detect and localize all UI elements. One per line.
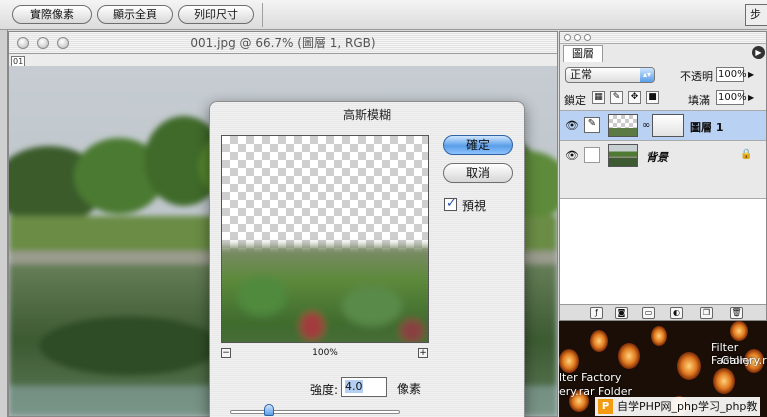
- layer-row-layer1[interactable]: 👁 ✎ ∞ 圖層 1: [560, 110, 766, 140]
- adjustment-layer-icon[interactable]: ◐: [670, 307, 683, 319]
- chain-link-icon[interactable]: ∞: [642, 120, 650, 131]
- layer-mask-thumbnail[interactable]: [652, 114, 684, 137]
- layer-style-icon[interactable]: ƒ: [590, 307, 603, 319]
- zoom-in-button[interactable]: +: [418, 348, 428, 358]
- fill-arrow-icon[interactable]: ▶: [748, 93, 754, 102]
- preview-image: [222, 246, 428, 342]
- close-icon[interactable]: [17, 37, 29, 49]
- layer-thumbnail: [608, 114, 638, 137]
- blur-preview-pane[interactable]: [221, 135, 429, 343]
- fill-label: 填滿: [688, 94, 710, 107]
- lock-label: 鎖定: [564, 94, 586, 107]
- cancel-button[interactable]: 取消: [443, 163, 513, 183]
- php-logo-icon: P: [598, 399, 613, 414]
- options-toolbar: 實際像素 顯示全頁 列印尺寸 步: [0, 0, 767, 30]
- watermark: P 自学PHP网_php学习_php教: [595, 397, 761, 416]
- fill-input[interactable]: 100%: [716, 90, 747, 105]
- fit-on-screen-button[interactable]: 顯示全頁: [97, 5, 173, 24]
- brush-icon: ✎: [584, 117, 600, 133]
- blend-mode-select[interactable]: 正常 ▴▾: [565, 67, 655, 83]
- opacity-input[interactable]: 100%: [716, 67, 747, 82]
- strength-unit: 像素: [397, 382, 422, 396]
- strength-label: 強度:: [310, 383, 339, 397]
- strength-input[interactable]: 4.0: [341, 377, 387, 397]
- layers-list-empty: [560, 198, 766, 304]
- palette-well-button[interactable]: 步: [745, 4, 767, 26]
- palette-minimize-icon[interactable]: [574, 34, 581, 41]
- updown-arrow-icon: ▴▾: [640, 68, 654, 82]
- tab-layers[interactable]: 圖層: [563, 45, 603, 62]
- palette-menu-icon[interactable]: ▶: [752, 46, 765, 59]
- print-size-button[interactable]: 列印尺寸: [178, 5, 254, 24]
- toolbar-divider: [262, 3, 263, 27]
- tools-palette-edge: [0, 30, 8, 417]
- strength-slider-track[interactable]: [230, 410, 400, 414]
- layers-bottom-bar: ƒ ◙ ▭ ◐ ❐ 🗑: [560, 304, 766, 320]
- layer-row-background[interactable]: 👁 背景 🔒: [560, 140, 766, 170]
- opacity-label: 不透明: [680, 70, 713, 83]
- desktop-icon-label[interactable]: lter Factory: [559, 371, 621, 384]
- trash-icon[interactable]: 🗑: [730, 307, 743, 319]
- palette-zoom-icon[interactable]: [584, 34, 591, 41]
- lock-transparency-icon[interactable]: ▦: [592, 91, 605, 104]
- layer-mask-icon[interactable]: ◙: [615, 307, 628, 319]
- preview-checkbox[interactable]: ✓: [444, 196, 457, 211]
- layer-name[interactable]: 圖層 1: [690, 119, 723, 135]
- background-thumbnail: [608, 144, 638, 167]
- new-layer-icon[interactable]: ❐: [700, 307, 713, 319]
- watermark-text: 自学PHP网_php学习_php教: [617, 400, 758, 413]
- palette-titlebar: [560, 32, 766, 44]
- checkmark-icon: ✓: [446, 196, 457, 211]
- palette-close-icon[interactable]: [564, 34, 571, 41]
- minimize-icon[interactable]: [37, 37, 49, 49]
- preview-label: 預視: [462, 199, 487, 213]
- layers-palette: 圖層 ▶ 正常 ▴▾ 不透明 100% ▶ 鎖定 ▦ ✎ ✥ ■ 填滿 100% …: [559, 31, 767, 321]
- document-titlebar: 001.jpg @ 66.7% (圖層 1, RGB): [9, 32, 557, 54]
- actual-pixels-button[interactable]: 實際像素: [12, 5, 92, 24]
- document-title: 001.jpg @ 66.7% (圖層 1, RGB): [190, 36, 376, 50]
- ok-button[interactable]: 確定: [443, 135, 513, 155]
- folder-icon[interactable]: ▭: [642, 307, 655, 319]
- lock-move-icon[interactable]: ✥: [628, 91, 641, 104]
- eye-icon[interactable]: 👁: [565, 149, 579, 162]
- lock-icon: 🔒: [740, 149, 753, 160]
- dialog-title: 高斯模糊: [342, 108, 391, 122]
- preview-zoom-level: 100%: [312, 348, 338, 358]
- layer-link-box[interactable]: [584, 147, 600, 163]
- desktop-icon-label[interactable]: Gallery.r: [721, 354, 767, 367]
- lock-all-icon[interactable]: ■: [646, 91, 659, 104]
- strength-value: 4.0: [345, 380, 363, 393]
- eye-icon[interactable]: 👁: [565, 119, 579, 132]
- blend-mode-value: 正常: [570, 68, 592, 81]
- lock-brush-icon[interactable]: ✎: [610, 91, 623, 104]
- strength-slider-handle[interactable]: [264, 404, 275, 416]
- gaussian-blur-dialog: 高斯模糊 − 100% + 確定 取消 ✓ 預視 強度: 4.0 像素: [209, 101, 525, 417]
- opacity-arrow-icon[interactable]: ▶: [748, 70, 754, 79]
- layer-name[interactable]: 背景: [646, 149, 668, 165]
- zoom-icon[interactable]: [57, 37, 69, 49]
